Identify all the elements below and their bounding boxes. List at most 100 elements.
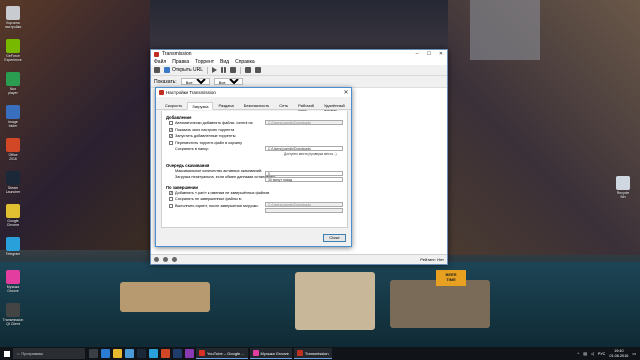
desktop-icon[interactable]: Office 2016 (2, 138, 24, 171)
stalled-label: Загрузка неактуальна, если обмен данными… (175, 175, 276, 180)
office-icon[interactable] (161, 349, 170, 358)
link-icon (164, 67, 170, 73)
menu-help[interactable]: Справка (235, 59, 255, 65)
desktop-icon[interactable]: Steam Launcher (2, 171, 24, 204)
tab-speed[interactable]: Скорость (160, 101, 187, 109)
skype-icon[interactable] (149, 349, 158, 358)
wallpaper-beer-sign: BEER TIME (436, 270, 466, 286)
network-icon[interactable]: ▤ (583, 351, 587, 356)
ratio-status[interactable]: Рейтинг: Нет (420, 257, 444, 262)
append-part-checkbox[interactable]: ✓ (169, 190, 173, 195)
filter-tracker-select[interactable]: Все (213, 78, 243, 85)
filter-state-select[interactable]: Все (180, 78, 210, 85)
options-icon[interactable] (154, 257, 159, 262)
wallpaper-sky (470, 0, 540, 60)
run-script-path-field[interactable] (265, 208, 343, 213)
max-active-spinbox[interactable]: 5 (265, 171, 343, 176)
speed-limit-icon[interactable] (163, 257, 168, 262)
menu-view[interactable]: Вид (220, 59, 229, 65)
properties-icon[interactable] (255, 67, 262, 73)
close-icon[interactable]: ✕ (435, 51, 447, 57)
media-icon[interactable] (185, 349, 194, 358)
queue-icon[interactable] (230, 67, 237, 73)
desktop-icon[interactable]: Nox player (2, 72, 24, 105)
edge-icon[interactable] (101, 349, 110, 358)
photoshop-icon[interactable] (173, 349, 182, 358)
taskbar-app-transmission[interactable]: Transmission (293, 348, 332, 359)
close-icon[interactable]: ✕ (341, 89, 351, 96)
steam-icon[interactable] (137, 349, 146, 358)
open-url-button[interactable]: Открыть URL (164, 67, 203, 73)
desktop-icon[interactable]: Музыка Groove (2, 270, 24, 303)
task-view-icon[interactable] (89, 349, 98, 358)
menu-file[interactable]: Файл (154, 59, 166, 65)
chevron-up-icon[interactable]: ^ (577, 352, 579, 356)
menu-bar: Файл Правка Торрент Вид Справка (151, 58, 447, 65)
auto-add-checkbox[interactable] (169, 121, 173, 126)
taskbar-app-label: Музыка Groove (260, 350, 289, 356)
desktop-icon[interactable]: GeForce Experience (2, 39, 24, 72)
tab-network[interactable]: Сеть (274, 101, 293, 109)
remove-icon[interactable] (245, 67, 252, 73)
taskbar-app-youtube[interactable]: YouTube – Google ... (196, 348, 248, 359)
tab-downloading[interactable]: Загрузка (187, 102, 214, 110)
run-script-checkbox[interactable] (169, 203, 173, 208)
desktop-icon-label: Google Chrome (6, 219, 20, 227)
start-added-label: Запустить добавленные торренты (175, 134, 236, 139)
start-button[interactable] (0, 347, 13, 360)
stalled-spinbox[interactable]: 30 минут назад (265, 177, 343, 182)
tab-privacy[interactable]: Безопасность (239, 101, 275, 109)
auto-add-path-field[interactable]: C:/Users/yuemih/Downloads (265, 120, 343, 125)
pause-icon[interactable] (221, 67, 227, 73)
show-options-checkbox[interactable]: ✓ (169, 127, 173, 132)
tab-desktop[interactable]: Рабочий стол (293, 101, 319, 113)
wallpaper-boat (120, 282, 210, 312)
volume-icon[interactable]: ◁ (591, 351, 594, 356)
clock[interactable]: 19:40 01.06.2016 (609, 349, 628, 358)
desktop-icon[interactable]: Telegram (2, 237, 24, 270)
append-part-label: Добавлять «.part» к именам не завершённы… (175, 190, 270, 195)
explorer-icon[interactable] (113, 349, 122, 358)
app-icon (6, 303, 20, 317)
window-titlebar[interactable]: Transmission – ☐ ✕ (151, 50, 447, 58)
start-added-checkbox[interactable]: ✓ (169, 134, 173, 139)
wallpaper-buildings-center (150, 0, 450, 50)
desktop-icon[interactable]: Корзина настройки (2, 6, 24, 39)
notifications-icon[interactable]: ▭ (632, 351, 636, 356)
desktop-icon-label: Корзина настройки (4, 21, 22, 29)
keep-incomplete-path-field[interactable]: C:/Users/yuemih/Downloads (265, 202, 343, 207)
taskbar-search[interactable]: ○ Программы (13, 348, 85, 359)
language-indicator[interactable]: РУС (598, 352, 606, 356)
taskbar-app-label: Transmission (304, 350, 329, 356)
app-icon (6, 204, 20, 218)
store-icon[interactable] (125, 349, 134, 358)
start-icon[interactable] (212, 67, 218, 73)
app-icon (6, 270, 20, 284)
open-url-label: Открыть URL (172, 67, 204, 73)
status-bar: Рейтинг: Нет (151, 254, 447, 264)
filter-show-label: Показать: (154, 78, 177, 85)
trash-checkbox[interactable] (169, 140, 173, 145)
open-file-icon[interactable] (154, 67, 160, 73)
taskbar-app-label: YouTube – Google ... (207, 350, 245, 356)
maximize-icon[interactable]: ☐ (423, 51, 435, 57)
toolbar-separator (207, 66, 209, 74)
tab-remote[interactable]: Удалённый доступ (319, 101, 350, 113)
minimize-icon[interactable]: – (411, 51, 423, 57)
taskbar-app-groove[interactable]: Музыка Groove (249, 348, 292, 359)
close-button[interactable]: Close (323, 234, 346, 242)
dialog-titlebar[interactable]: Настройки Transmission ✕ (156, 88, 351, 97)
groove-icon (252, 350, 259, 356)
recycle-bin-icon (616, 176, 630, 190)
taskbar-search-text: Программы (21, 351, 44, 356)
menu-torrent[interactable]: Торрент (195, 59, 214, 65)
save-to-path-field[interactable]: C:/Users/yuemih/Downloads (265, 146, 343, 151)
desktop-icon[interactable]: Transmission Qt Client (2, 303, 24, 336)
tab-seeding[interactable]: Раздача (213, 101, 238, 109)
desktop-icon[interactable]: Google Chrome (2, 204, 24, 237)
desktop-icon-recycle-bin[interactable]: Recycle Bin (612, 176, 634, 209)
statistics-icon[interactable] (172, 257, 177, 262)
keep-incomplete-checkbox[interactable] (169, 197, 173, 202)
desktop-icon[interactable]: Image folder (2, 105, 24, 138)
menu-edit[interactable]: Правка (172, 59, 189, 65)
